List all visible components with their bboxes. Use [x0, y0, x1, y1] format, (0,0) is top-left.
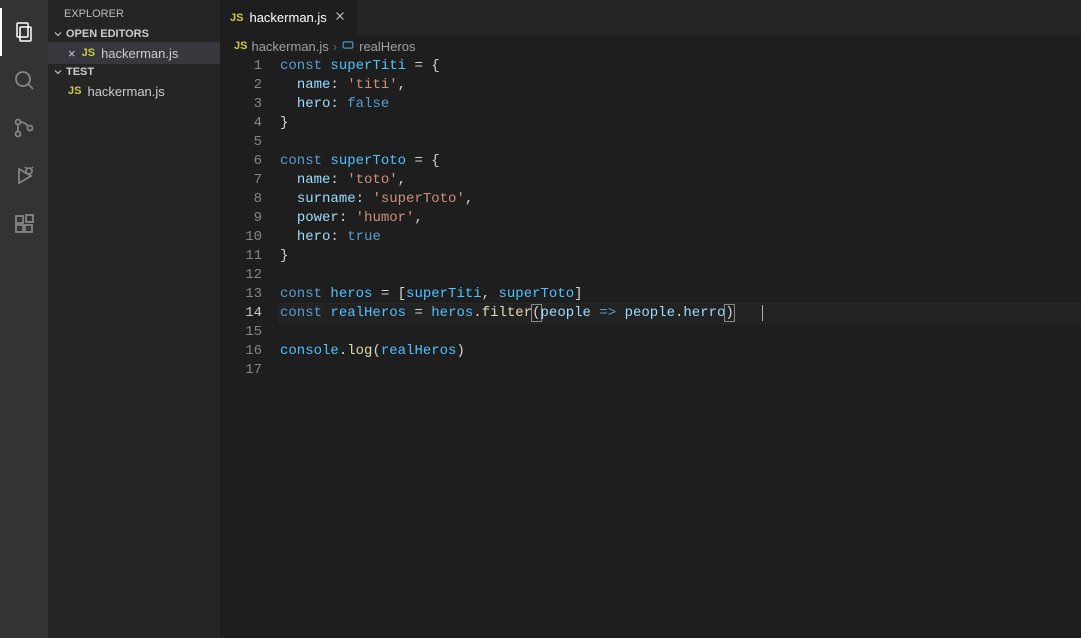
code-line[interactable]: power: 'humor', [280, 209, 1081, 228]
file-tree-item[interactable]: JS hackerman.js [48, 80, 220, 102]
line-number: 2 [220, 76, 262, 95]
tab-bar: JS hackerman.js [220, 0, 1081, 35]
breadcrumb[interactable]: JS hackerman.js › realHeros [220, 35, 1081, 57]
breadcrumb-symbol: realHeros [359, 39, 415, 54]
line-number: 7 [220, 171, 262, 190]
activity-extensions-icon[interactable] [0, 200, 48, 248]
code-line[interactable] [280, 266, 1081, 285]
code-line[interactable] [280, 361, 1081, 380]
code-line[interactable]: surname: 'superToto', [280, 190, 1081, 209]
activity-source-control-icon[interactable] [0, 104, 48, 152]
code-line[interactable]: } [280, 247, 1081, 266]
section-label: OPEN EDITORS [66, 28, 149, 40]
open-editor-item[interactable]: × JS hackerman.js [48, 42, 220, 64]
code-editor[interactable]: 1234567891011121314151617 const superTit… [220, 57, 1081, 638]
code-line[interactable] [280, 323, 1081, 342]
tab-label: hackerman.js [249, 10, 326, 25]
code-line[interactable]: hero: false [280, 95, 1081, 114]
line-number: 3 [220, 95, 262, 114]
text-cursor [762, 305, 771, 321]
sidebar-title: EXPLORER [48, 0, 220, 26]
line-number: 5 [220, 133, 262, 152]
section-test[interactable]: TEST [48, 64, 220, 80]
chevron-down-icon [52, 66, 64, 78]
activity-search-icon[interactable] [0, 56, 48, 104]
close-icon[interactable] [333, 9, 347, 26]
line-number-gutter: 1234567891011121314151617 [220, 57, 280, 638]
chevron-right-icon: › [333, 39, 337, 54]
js-file-icon: JS [68, 85, 81, 97]
tab-hackerman[interactable]: JS hackerman.js [220, 0, 358, 35]
close-icon[interactable]: × [68, 46, 76, 61]
line-number: 17 [220, 361, 262, 380]
code-line[interactable]: const superToto = { [280, 152, 1081, 171]
code-content[interactable]: const superTiti = { name: 'titi', hero: … [280, 57, 1081, 638]
code-line[interactable]: const heros = [superTiti, superToto] [280, 285, 1081, 304]
line-number: 4 [220, 114, 262, 133]
file-name: hackerman.js [101, 46, 178, 61]
line-number: 14 [220, 304, 262, 323]
line-number: 11 [220, 247, 262, 266]
line-number: 13 [220, 285, 262, 304]
line-number: 1 [220, 57, 262, 76]
code-line[interactable] [280, 133, 1081, 152]
line-number: 6 [220, 152, 262, 171]
code-line[interactable]: name: 'titi', [280, 76, 1081, 95]
code-line[interactable]: const realHeros = heros.filter(people =>… [280, 304, 1081, 323]
line-number: 8 [220, 190, 262, 209]
js-file-icon: JS [230, 12, 243, 24]
breadcrumb-file: hackerman.js [251, 39, 328, 54]
activity-explorer-icon[interactable] [0, 8, 48, 56]
activity-bar [0, 0, 48, 638]
section-label: TEST [66, 66, 94, 78]
file-name: hackerman.js [87, 84, 164, 99]
line-number: 15 [220, 323, 262, 342]
code-line[interactable]: } [280, 114, 1081, 133]
line-number: 10 [220, 228, 262, 247]
sidebar: EXPLORER OPEN EDITORS × JS hackerman.js … [48, 0, 220, 638]
chevron-down-icon [52, 28, 64, 40]
code-line[interactable]: console.log(realHeros) [280, 342, 1081, 361]
code-line[interactable]: const superTiti = { [280, 57, 1081, 76]
code-line[interactable]: hero: true [280, 228, 1081, 247]
line-number: 12 [220, 266, 262, 285]
section-open-editors[interactable]: OPEN EDITORS [48, 26, 220, 42]
line-number: 16 [220, 342, 262, 361]
line-number: 9 [220, 209, 262, 228]
code-line[interactable]: name: 'toto', [280, 171, 1081, 190]
symbol-variable-icon [341, 38, 355, 55]
js-file-icon: JS [234, 40, 247, 52]
editor-group: JS hackerman.js JS hackerman.js › realHe… [220, 0, 1081, 638]
js-file-icon: JS [82, 47, 95, 59]
activity-run-debug-icon[interactable] [0, 152, 48, 200]
